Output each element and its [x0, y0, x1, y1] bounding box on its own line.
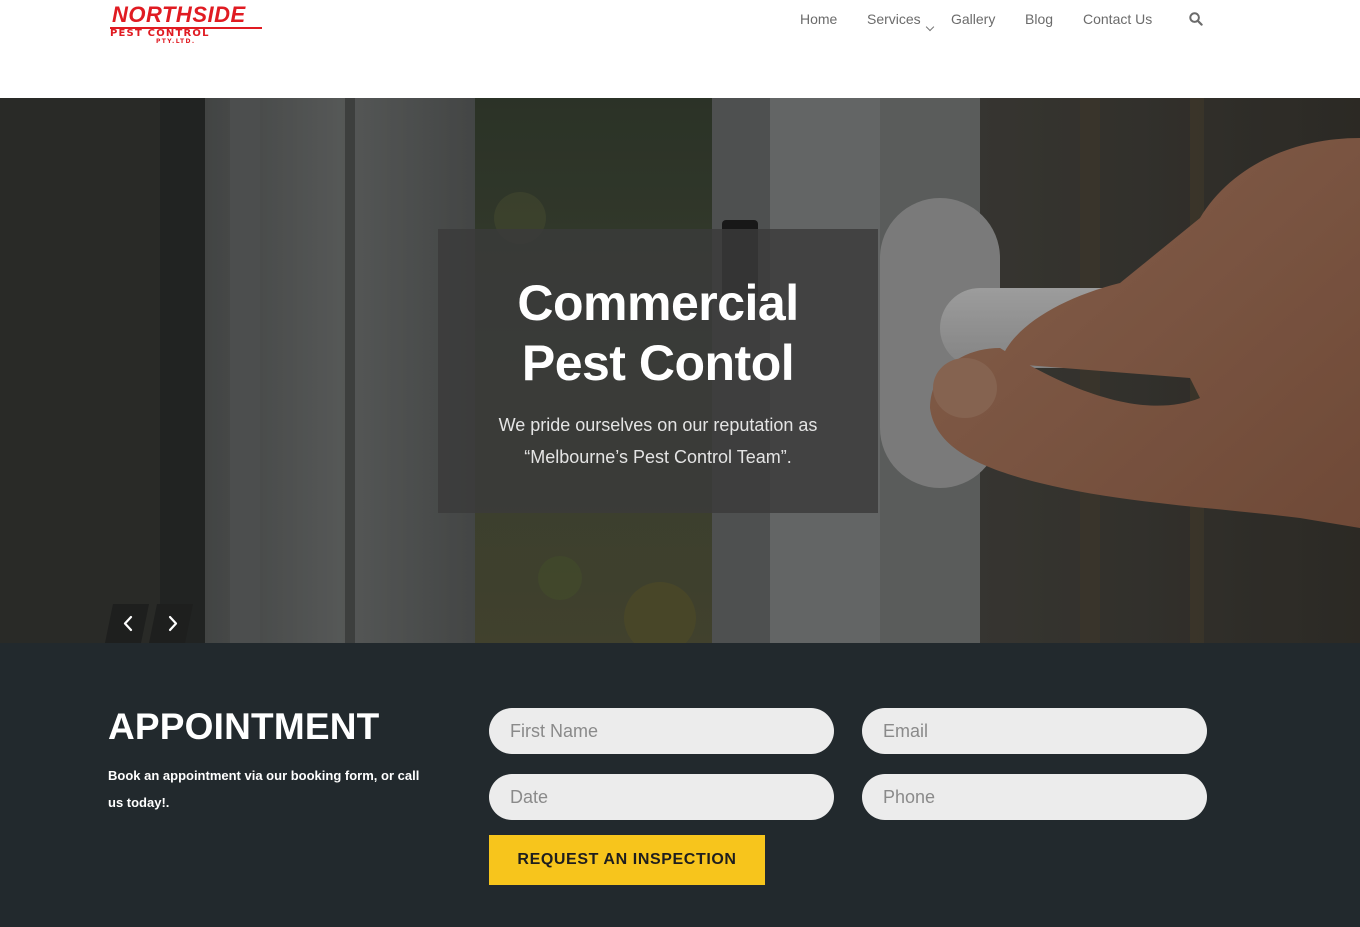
- hero-subtitle-line-1: We pride ourselves on our reputation as: [498, 415, 818, 435]
- email-field[interactable]: [862, 708, 1207, 754]
- date-field[interactable]: [489, 774, 834, 820]
- hero-title-line-2: Pest Contol: [521, 335, 795, 391]
- site-logo[interactable]: NORTHSIDE PEST CONTROL PTY.LTD.: [108, 3, 268, 45]
- nav-item-blog[interactable]: Blog: [1025, 10, 1053, 28]
- appointment-section: APPOINTMENT Book an appointment via our …: [0, 643, 1360, 927]
- appointment-title: APPOINTMENT: [108, 706, 380, 747]
- chevron-left-icon[interactable]: [105, 604, 149, 643]
- nav-item-contact-us[interactable]: Contact Us: [1083, 10, 1152, 28]
- nav-item-gallery[interactable]: Gallery: [951, 10, 995, 28]
- appointment-description: Book an appointment via our booking form…: [108, 768, 420, 810]
- search-icon[interactable]: [1189, 12, 1203, 26]
- site-header: NORTHSIDE PEST CONTROL PTY.LTD. Home Ser…: [0, 0, 1360, 98]
- hero-subtitle-line-2: “Melbourne’s Pest Control Team”.: [524, 447, 792, 467]
- first-name-field[interactable]: [489, 708, 834, 754]
- nav-item-services[interactable]: Services: [867, 10, 921, 28]
- chevron-down-icon[interactable]: [925, 22, 935, 32]
- hero-title-line-1: Commercial: [517, 275, 799, 331]
- hero-title: Commercial Pest Contol: [438, 273, 878, 393]
- chevron-right-icon[interactable]: [149, 604, 193, 643]
- logo-wordmark: NORTHSIDE: [112, 2, 246, 27]
- hero-slider: Commercial Pest Contol We pride ourselve…: [0, 98, 1360, 643]
- logo-tagline: PTY.LTD.: [156, 38, 196, 45]
- phone-field[interactable]: [862, 774, 1207, 820]
- request-inspection-button[interactable]: REQUEST AN INSPECTION: [489, 835, 765, 885]
- hero-subtitle: We pride ourselves on our reputation as …: [438, 409, 878, 473]
- slider-controls: [105, 604, 193, 643]
- nav-item-home[interactable]: Home: [800, 10, 837, 28]
- hero-caption: Commercial Pest Contol We pride ourselve…: [438, 229, 878, 513]
